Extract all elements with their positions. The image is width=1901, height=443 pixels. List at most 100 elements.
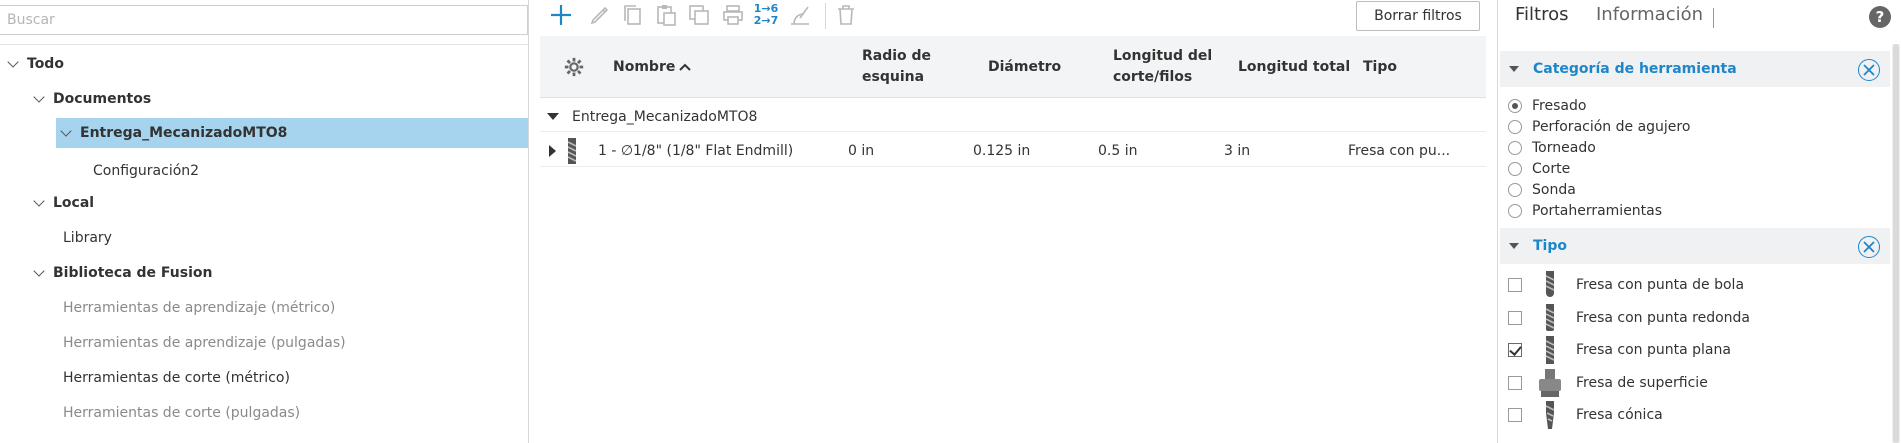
cell-flute-length: 0.5 in xyxy=(1098,143,1138,159)
collapse-caret-icon[interactable] xyxy=(1509,66,1519,72)
checkbox[interactable] xyxy=(1508,311,1522,325)
tab-filters[interactable]: Filtros xyxy=(1515,4,1569,25)
add-icon[interactable] xyxy=(548,2,574,28)
column-settings-icon[interactable] xyxy=(563,36,585,98)
radio-button[interactable] xyxy=(1508,161,1522,176)
clear-type-filter-icon[interactable] xyxy=(1858,236,1880,258)
collapsed-triangle-icon[interactable] xyxy=(549,145,556,157)
checkbox-type-option[interactable]: Fresa cónica xyxy=(1508,399,1663,431)
tree-item-label: Biblioteca de Fusion xyxy=(53,265,213,281)
paste-icon[interactable] xyxy=(653,2,679,28)
section-title: Tipo xyxy=(1533,238,1567,254)
tree-item-label: Configuración2 xyxy=(93,163,200,179)
chevron-down-icon[interactable] xyxy=(59,126,73,140)
cell-name: 1 - ∅1/8" (1/8" Flat Endmill) xyxy=(598,143,794,159)
chevron-down-icon[interactable] xyxy=(32,92,46,106)
chevron-down-icon[interactable] xyxy=(32,196,46,210)
tree-item-documentos[interactable]: Documentos xyxy=(0,84,528,114)
cell-diameter: 0.125 in xyxy=(973,143,1031,159)
column-header-corner-radius[interactable]: Radio de esquina xyxy=(862,36,931,98)
column-label: corte/filos xyxy=(1113,69,1193,85)
tree-item-label: Documentos xyxy=(53,91,152,107)
bull-nose-endmill-icon xyxy=(1536,303,1564,333)
ball-endmill-icon xyxy=(1536,270,1564,300)
tree-item-fusion-library[interactable]: Herramientas de corte (métrico) xyxy=(0,363,528,393)
radio-category-option[interactable]: Portaherramientas xyxy=(1508,200,1662,221)
table-group-row[interactable]: Entrega_MecanizadoMTO8 xyxy=(540,102,1486,132)
help-icon[interactable]: ? xyxy=(1869,6,1891,28)
radio-category-option[interactable]: Torneado xyxy=(1508,137,1596,158)
cell-overall-length: 3 in xyxy=(1224,143,1251,159)
radio-category-option[interactable]: Fresado xyxy=(1508,95,1586,116)
toolbar-divider xyxy=(825,3,826,29)
radio-button[interactable] xyxy=(1508,182,1522,197)
column-header-diameter[interactable]: Diámetro xyxy=(988,36,1061,98)
checkbox-label: Fresa con punta de bola xyxy=(1576,277,1745,293)
tree-item-local[interactable]: Local xyxy=(0,188,528,218)
radio-category-option[interactable]: Sonda xyxy=(1508,179,1576,200)
column-label: Tipo xyxy=(1363,58,1397,75)
tree-item-fusion-library[interactable]: Herramientas de aprendizaje (métrico) xyxy=(0,293,528,323)
chevron-down-icon[interactable] xyxy=(32,266,46,280)
table-row[interactable]: 1 - ∅1/8" (1/8" Flat Endmill) 0 in 0.125… xyxy=(540,135,1486,167)
scrollbar-thumb[interactable] xyxy=(1893,44,1899,443)
column-header-type[interactable]: Tipo xyxy=(1363,36,1397,98)
copy-icon[interactable] xyxy=(620,2,646,28)
tree-item-label: Herramientas de corte (métrico) xyxy=(63,370,290,386)
tab-divider xyxy=(1713,8,1714,28)
tree-item-label: Herramientas de corte (pulgadas) xyxy=(63,405,301,421)
collapse-caret-icon[interactable] xyxy=(1509,243,1519,249)
expand-triangle-icon[interactable] xyxy=(547,113,559,120)
checkbox-type-option[interactable]: Fresa con punta plana xyxy=(1508,334,1731,366)
tree-item-label: Herramientas de aprendizaje (métrico) xyxy=(63,300,336,316)
feeds-speeds-icon[interactable] xyxy=(787,2,813,28)
radio-button[interactable] xyxy=(1508,203,1522,218)
search-input[interactable] xyxy=(0,5,528,35)
tree-item-todo[interactable]: Todo xyxy=(0,49,528,79)
edit-icon[interactable] xyxy=(587,2,613,28)
checkbox-type-option[interactable]: Fresa con punta de bola xyxy=(1508,269,1744,301)
face-mill-icon xyxy=(1536,368,1564,398)
tree-item-selected-document[interactable]: Entrega_MecanizadoMTO8 xyxy=(56,118,528,148)
tree-item-fusion-library[interactable]: Herramientas de aprendizaje (pulgadas) xyxy=(0,328,528,358)
column-header-name[interactable]: Nombre xyxy=(613,36,692,98)
column-label: Nombre xyxy=(613,58,676,75)
checkbox-label: Fresa con punta redonda xyxy=(1576,310,1751,326)
column-header-overall-length[interactable]: Longitud total xyxy=(1238,36,1350,98)
type-section-header[interactable]: Tipo xyxy=(1500,228,1890,264)
cell-type: Fresa con pu... xyxy=(1348,143,1451,159)
checkbox-label: Fresa cónica xyxy=(1576,407,1663,423)
tree-item-configuracion[interactable]: Configuración2 xyxy=(0,156,528,186)
radio-button[interactable] xyxy=(1508,119,1522,134)
radio-category-option[interactable]: Corte xyxy=(1508,158,1570,179)
radio-button[interactable] xyxy=(1508,98,1522,113)
chevron-down-icon[interactable] xyxy=(6,57,20,71)
tree-item-biblioteca-fusion[interactable]: Biblioteca de Fusion xyxy=(0,258,528,288)
checkbox-type-option[interactable]: Fresa de superficie xyxy=(1508,367,1708,399)
clear-category-filter-icon[interactable] xyxy=(1858,59,1880,81)
tree-item-fusion-library[interactable]: Herramientas de corte (pulgadas) xyxy=(0,398,528,428)
radio-button[interactable] xyxy=(1508,140,1522,155)
checkbox-label: Fresa de superficie xyxy=(1576,375,1708,391)
clear-filters-button[interactable]: Borrar filtros xyxy=(1356,1,1480,31)
tree-item-label: Library xyxy=(63,230,112,246)
flat-endmill-icon xyxy=(1536,335,1564,365)
tree-item-label: Herramientas de aprendizaje (pulgadas) xyxy=(63,335,346,351)
checkbox[interactable] xyxy=(1508,278,1522,292)
tree-item-library[interactable]: Library xyxy=(0,223,528,253)
checkbox[interactable] xyxy=(1508,408,1522,422)
radio-category-option[interactable]: Perforación de agujero xyxy=(1508,116,1690,137)
renumber-icon[interactable]: 1→6 2→7 xyxy=(753,2,779,28)
checkbox-type-option[interactable]: Fresa con punta redonda xyxy=(1508,302,1750,334)
tree-item-label: Local xyxy=(53,195,95,211)
tab-information[interactable]: Información xyxy=(1596,4,1703,25)
checkbox[interactable] xyxy=(1508,376,1522,390)
category-section-header[interactable]: Categoría de herramienta xyxy=(1500,51,1890,87)
duplicate-icon[interactable] xyxy=(686,2,712,28)
print-icon[interactable] xyxy=(720,2,746,28)
checkbox-checked[interactable] xyxy=(1508,343,1522,357)
tab-bar: Filtros Información ? xyxy=(1498,0,1901,38)
column-label: esquina xyxy=(862,69,925,85)
column-header-flute-length[interactable]: Longitud del corte/filos xyxy=(1113,36,1212,98)
delete-icon[interactable] xyxy=(833,2,859,28)
